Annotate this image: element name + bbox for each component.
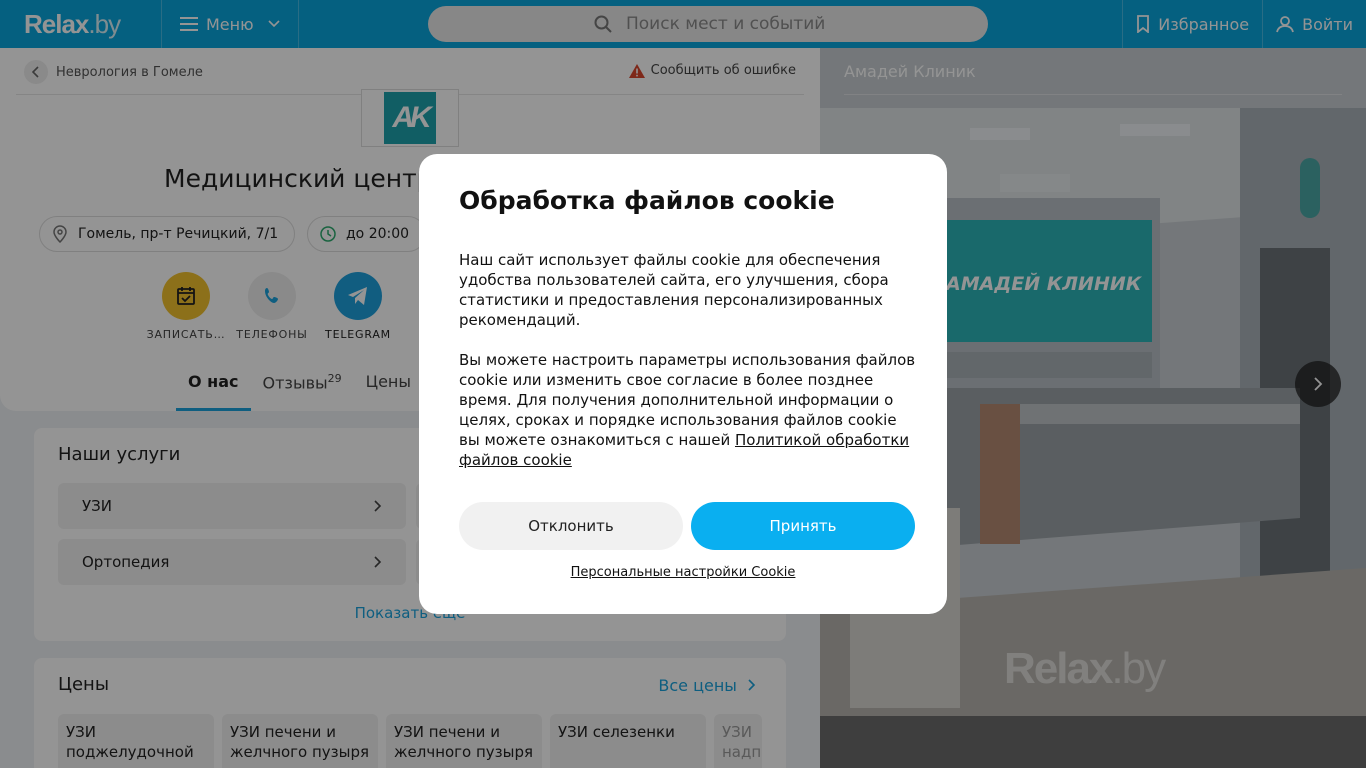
personal-cookie-settings-link[interactable]: Персональные настройки Cookie xyxy=(419,565,947,580)
accept-button[interactable]: Принять xyxy=(691,502,915,550)
cookie-dialog: Обработка файлов cookie Наш сайт использ… xyxy=(419,154,947,614)
cookie-settings-info: Вы можете настроить параметры использова… xyxy=(459,350,919,470)
cookie-description: Наш сайт использует файлы cookie для обе… xyxy=(459,251,889,329)
decline-button[interactable]: Отклонить xyxy=(459,502,683,550)
cookie-dialog-title: Обработка файлов cookie xyxy=(459,186,835,215)
